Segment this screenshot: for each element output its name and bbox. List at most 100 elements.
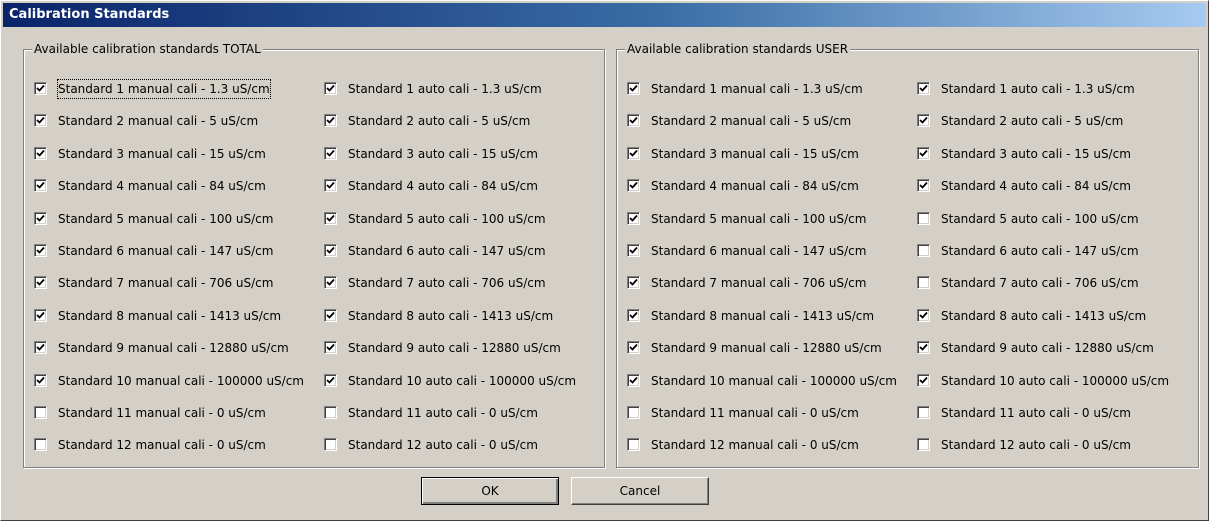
- checkbox-box[interactable]: [34, 309, 47, 322]
- checkbox-box[interactable]: [917, 341, 930, 354]
- checkbox-box[interactable]: [34, 374, 47, 387]
- checkbox-box[interactable]: [324, 374, 337, 387]
- checkbox-label: Standard 11 auto cali - 0 uS/cm: [941, 406, 1131, 420]
- checkbox-box[interactable]: [627, 309, 640, 322]
- checkbox-box[interactable]: [324, 438, 337, 451]
- checkbox-box[interactable]: [917, 244, 930, 257]
- checkbox-label: Standard 11 manual cali - 0 uS/cm: [651, 406, 859, 420]
- checkbox-box[interactable]: [627, 244, 640, 257]
- check-mark-icon: [919, 181, 928, 189]
- checkbox-box[interactable]: [324, 82, 337, 95]
- check-mark-icon: [629, 246, 638, 254]
- checkbox-box[interactable]: [917, 438, 930, 451]
- checkbox-label: Standard 2 manual cali - 5 uS/cm: [651, 114, 852, 128]
- checkbox-box[interactable]: [917, 212, 930, 225]
- checkbox-box[interactable]: [917, 309, 930, 322]
- checkbox-box[interactable]: [324, 212, 337, 225]
- checkbox-box[interactable]: [34, 244, 47, 257]
- checkbox-box[interactable]: [627, 276, 640, 289]
- checkbox-label: Standard 1 manual cali - 1.3 uS/cm: [57, 79, 271, 99]
- checkbox-label: Standard 2 auto cali - 5 uS/cm: [941, 114, 1124, 128]
- cancel-button[interactable]: Cancel: [571, 477, 709, 505]
- checkbox-box[interactable]: [34, 114, 47, 127]
- checkbox-box[interactable]: [324, 341, 337, 354]
- checkbox-label: Standard 9 manual cali - 12880 uS/cm: [58, 341, 289, 355]
- check-mark-icon: [326, 376, 335, 384]
- checkbox-box[interactable]: [324, 244, 337, 257]
- checkbox-box[interactable]: [627, 212, 640, 225]
- checkbox-box[interactable]: [324, 114, 337, 127]
- checkbox-label: Standard 3 auto cali - 15 uS/cm: [941, 147, 1131, 161]
- checkbox-box[interactable]: [627, 114, 640, 127]
- checkbox-label: Standard 7 auto cali - 706 uS/cm: [348, 276, 546, 290]
- checkbox-label: Standard 1 manual cali - 1.3 uS/cm: [651, 82, 863, 96]
- checkbox-box[interactable]: [627, 179, 640, 192]
- checkbox-label: Standard 10 manual cali - 100000 uS/cm: [58, 374, 304, 388]
- checkbox-box[interactable]: [917, 179, 930, 192]
- checkbox-label: Standard 3 manual cali - 15 uS/cm: [58, 147, 266, 161]
- checkbox-label: Standard 12 manual cali - 0 uS/cm: [651, 438, 859, 452]
- calibration-standards-dialog: Calibration Standards Available calibrat…: [0, 0, 1209, 521]
- checkbox-box[interactable]: [324, 276, 337, 289]
- checkbox-box[interactable]: [917, 82, 930, 95]
- checkbox-box[interactable]: [627, 374, 640, 387]
- checkbox-box[interactable]: [34, 438, 47, 451]
- check-mark-icon: [326, 278, 335, 286]
- checkbox-label: Standard 4 auto cali - 84 uS/cm: [348, 179, 538, 193]
- checkbox-label: Standard 2 manual cali - 5 uS/cm: [58, 114, 259, 128]
- check-mark-icon: [36, 376, 45, 384]
- checkbox-box[interactable]: [34, 147, 47, 160]
- checkbox-label: Standard 9 auto cali - 12880 uS/cm: [941, 341, 1154, 355]
- check-mark-icon: [326, 149, 335, 157]
- checkbox-label: Standard 7 manual cali - 706 uS/cm: [58, 276, 274, 290]
- check-mark-icon: [919, 149, 928, 157]
- check-mark-icon: [326, 84, 335, 92]
- checkbox-label: Standard 9 manual cali - 12880 uS/cm: [651, 341, 882, 355]
- checkbox-box[interactable]: [917, 276, 930, 289]
- checkbox-label: Standard 9 auto cali - 12880 uS/cm: [348, 341, 561, 355]
- checkbox-label: Standard 8 manual cali - 1413 uS/cm: [58, 309, 282, 323]
- group-user-title: Available calibration standards USER: [625, 41, 851, 57]
- checkbox-box[interactable]: [917, 114, 930, 127]
- checkbox-label: Standard 12 manual cali - 0 uS/cm: [58, 438, 266, 452]
- check-mark-icon: [36, 246, 45, 254]
- checkbox-label: Standard 2 auto cali - 5 uS/cm: [348, 114, 531, 128]
- ok-button[interactable]: OK: [421, 477, 559, 505]
- checkbox-label: Standard 6 auto cali - 147 uS/cm: [348, 244, 546, 258]
- checkbox-box[interactable]: [627, 341, 640, 354]
- window-title: Calibration Standards: [9, 7, 170, 22]
- checkbox-label: Standard 5 manual cali - 100 uS/cm: [651, 212, 867, 226]
- check-mark-icon: [326, 311, 335, 319]
- check-mark-icon: [36, 311, 45, 319]
- checkbox-label: Standard 5 auto cali - 100 uS/cm: [348, 212, 546, 226]
- checkbox-box[interactable]: [917, 147, 930, 160]
- checkbox-box[interactable]: [34, 82, 47, 95]
- check-mark-icon: [326, 246, 335, 254]
- check-mark-icon: [36, 116, 45, 124]
- check-mark-icon: [919, 116, 928, 124]
- check-mark-icon: [36, 214, 45, 222]
- checkbox-box[interactable]: [324, 147, 337, 160]
- checkbox-box[interactable]: [324, 179, 337, 192]
- checkbox-box[interactable]: [917, 406, 930, 419]
- checkbox-label: Standard 8 manual cali - 1413 uS/cm: [651, 309, 875, 323]
- checkbox-box[interactable]: [627, 82, 640, 95]
- checkbox-box[interactable]: [627, 406, 640, 419]
- check-mark-icon: [919, 376, 928, 384]
- check-mark-icon: [919, 84, 928, 92]
- checkbox-box[interactable]: [627, 438, 640, 451]
- checkbox-box[interactable]: [324, 309, 337, 322]
- checkbox-box[interactable]: [34, 179, 47, 192]
- checkbox-label: Standard 7 manual cali - 706 uS/cm: [651, 276, 867, 290]
- checkbox-box[interactable]: [34, 406, 47, 419]
- checkbox-box[interactable]: [34, 276, 47, 289]
- checkbox-box[interactable]: [324, 406, 337, 419]
- checkbox-box[interactable]: [34, 341, 47, 354]
- checkbox-box[interactable]: [917, 374, 930, 387]
- checkbox-label: Standard 11 auto cali - 0 uS/cm: [348, 406, 538, 420]
- checkbox-label: Standard 10 manual cali - 100000 uS/cm: [651, 374, 897, 388]
- checkbox-box[interactable]: [34, 212, 47, 225]
- title-bar[interactable]: Calibration Standards: [3, 3, 1206, 27]
- checkbox-box[interactable]: [627, 147, 640, 160]
- checkbox-label: Standard 6 manual cali - 147 uS/cm: [58, 244, 274, 258]
